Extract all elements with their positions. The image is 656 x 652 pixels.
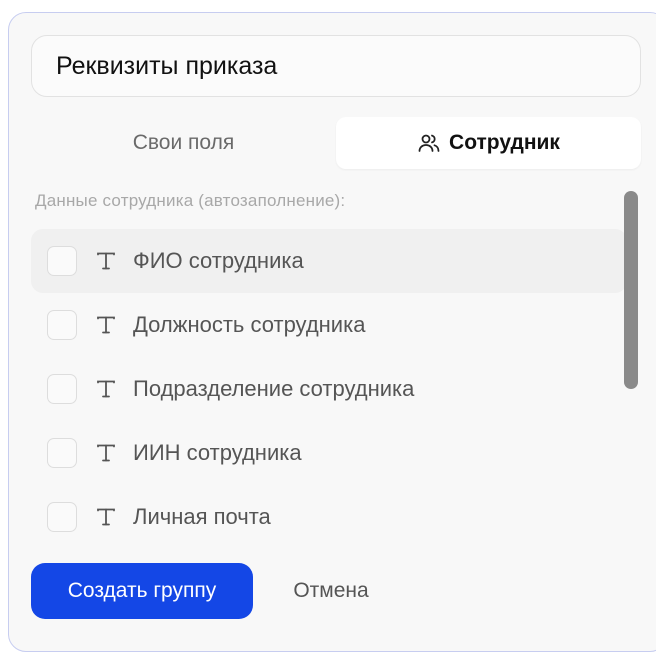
cancel-button[interactable]: Отмена [271, 563, 391, 619]
users-icon [417, 131, 441, 155]
field-checkbox[interactable] [47, 438, 77, 468]
tab-label: Свои поля [132, 131, 235, 154]
text-type-icon [95, 442, 117, 464]
field-item[interactable]: Должность сотрудника [31, 293, 627, 357]
field-checkbox[interactable] [47, 310, 77, 340]
employee-field-list: ФИО сотрудника Должность сотрудника Подр… [31, 229, 627, 549]
create-group-button[interactable]: Создать группу [31, 563, 253, 619]
field-checkbox[interactable] [47, 246, 77, 276]
text-type-icon [95, 378, 117, 400]
field-label: Подразделение сотрудника [133, 376, 415, 401]
field-checkbox[interactable] [47, 502, 77, 532]
field-source-tabs: Свои поля Сотрудник [31, 117, 641, 169]
field-label: Личная почта [133, 504, 271, 529]
create-group-panel: Свои поля Сотрудник Данные сотрудника (а… [8, 12, 656, 652]
field-item[interactable]: Подразделение сотрудника [31, 357, 627, 421]
text-type-icon [95, 314, 117, 336]
field-item[interactable]: Личная почта [31, 485, 627, 549]
text-type-icon [95, 506, 117, 528]
field-checkbox[interactable] [47, 374, 77, 404]
tab-custom-fields[interactable]: Свои поля [31, 117, 336, 169]
section-label: Данные сотрудника (автозаполнение): [35, 191, 346, 210]
group-name-input[interactable] [31, 35, 641, 97]
field-label: ФИО сотрудника [133, 248, 304, 273]
field-label: ИИН сотрудника [133, 440, 302, 465]
field-item[interactable]: ФИО сотрудника [31, 229, 627, 293]
field-label: Должность сотрудника [133, 312, 366, 337]
field-list-scrollbar[interactable] [624, 191, 638, 389]
field-item[interactable]: ИИН сотрудника [31, 421, 627, 485]
tab-label: Сотрудник [449, 131, 560, 154]
tab-employee[interactable]: Сотрудник [336, 117, 641, 169]
text-type-icon [95, 250, 117, 272]
